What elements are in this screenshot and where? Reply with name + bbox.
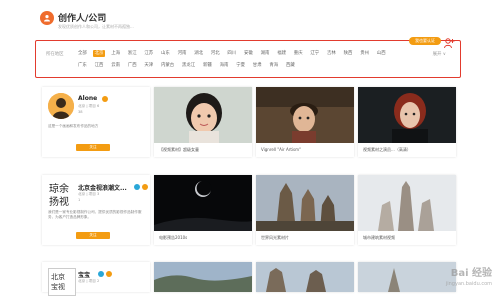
region-chip[interactable]: 西藏 xyxy=(284,62,297,69)
region-chip[interactable]: 河南 xyxy=(176,50,189,57)
follow-person-icon[interactable] xyxy=(443,37,455,49)
work-thumbnail[interactable] xyxy=(256,87,354,143)
region-chip[interactable]: 新疆 xyxy=(201,62,214,69)
work-card[interactable] xyxy=(256,262,354,292)
region-chip[interactable]: 陕西 xyxy=(342,50,355,57)
creator-desc: 这是一个画画和发布作品的地方 xyxy=(48,124,99,128)
region-chip[interactable]: 吉林 xyxy=(325,50,338,57)
region-chip[interactable]: 内蒙古 xyxy=(159,62,176,69)
region-chip[interactable]: 贵州 xyxy=(358,50,371,57)
region-chip[interactable]: 青海 xyxy=(267,62,280,69)
work-card[interactable]: 世界风光素材片 xyxy=(256,175,354,245)
verified-icon xyxy=(98,271,104,277)
region-chip[interactable]: 福建 xyxy=(275,50,288,57)
region-chip[interactable]: 宁夏 xyxy=(234,62,247,69)
region-chip[interactable]: 天津 xyxy=(142,62,155,69)
region-chip[interactable]: 浙江 xyxy=(126,50,139,57)
creator-meta: 北京 | 项目 3 xyxy=(78,192,100,196)
svg-text:琼余: 琼余 xyxy=(49,182,69,195)
work-caption[interactable]: 世界风光素材片 xyxy=(261,235,289,241)
verified-icon xyxy=(102,96,108,102)
region-filter: 所在地区 全部 北京 上海 浙江 江苏 山东 河南 湖北 河北 四川 安徽 湖南 福建 重庆 辽宁 吉林 陕西贵… xyxy=(35,40,461,78)
work-thumbnail[interactable] xyxy=(358,175,456,231)
creator-name[interactable]: 宝宝 xyxy=(78,270,90,279)
avatar[interactable]: 北京 宝视 xyxy=(48,268,76,296)
region-chip[interactable]: 湖南 xyxy=(259,50,272,57)
page-subtitle: 发现优质创作人和公司，让素材不再孤独... xyxy=(58,24,134,29)
creator-card[interactable]: 琼余 扬视 北京金视浪潮文... 北京 | 项目 3 1 我们是一家专业影视制作公… xyxy=(42,175,150,245)
region-chip[interactable]: 湖北 xyxy=(192,50,205,57)
verified-icon xyxy=(134,184,140,190)
svg-text:宝视: 宝视 xyxy=(51,282,65,291)
region-chip[interactable]: 北京 xyxy=(92,50,106,57)
creator-works-count: 38 xyxy=(78,110,83,114)
svg-text:扬视: 扬视 xyxy=(49,195,69,207)
region-chip[interactable]: 全部 xyxy=(76,50,89,57)
region-chip[interactable]: 上海 xyxy=(109,50,122,57)
region-chip[interactable]: 广东 xyxy=(76,62,89,69)
page-header: 创作人/公司 发现优质创作人和公司，让素材不再孤独... xyxy=(40,10,340,34)
creator-name[interactable]: Alone xyxy=(78,95,97,102)
page-title: 创作人/公司 xyxy=(58,14,107,24)
region-chip[interactable]: 海南 xyxy=(218,62,231,69)
work-caption[interactable]: 电影预告2010s xyxy=(159,235,187,241)
avatar[interactable] xyxy=(48,93,74,119)
creator-meta: 北京 | 项目 2 xyxy=(78,279,100,283)
work-card[interactable]: 城市建筑素材视频 xyxy=(358,175,456,245)
creator-name[interactable]: 北京金视浪潮文... xyxy=(78,183,127,192)
work-caption[interactable]: 城市建筑素材视频 xyxy=(363,235,395,241)
region-chip[interactable]: 四川 xyxy=(225,50,238,57)
creator-meta: 北京 | 项目 6 xyxy=(78,104,100,108)
work-thumbnail[interactable] xyxy=(154,175,252,231)
work-card[interactable] xyxy=(154,262,252,292)
creator-card[interactable]: 北京 宝视 宝宝 北京 | 项目 2 xyxy=(42,262,150,296)
work-caption[interactable]: 视频素材之演员...（高清） xyxy=(363,147,411,153)
follow-button[interactable]: 关注 xyxy=(76,144,110,151)
creator-card[interactable]: Alone 北京 | 项目 6 38 这是一个画画和发布作品的地方 关注 xyxy=(42,87,150,157)
creator-logo-icon xyxy=(40,11,54,25)
region-chip[interactable]: 重庆 xyxy=(292,50,305,57)
filter-label: 所在地区 xyxy=(46,52,64,57)
work-card[interactable]: 电影预告2010s xyxy=(154,175,252,245)
watermark-url: jingyan.baidu.com xyxy=(445,281,492,287)
avatar[interactable]: 琼余 扬视 xyxy=(48,181,74,207)
region-chip[interactable]: 广西 xyxy=(126,62,139,69)
region-chip[interactable]: 安徽 xyxy=(242,50,255,57)
region-chip[interactable]: 河北 xyxy=(209,50,222,57)
region-chip[interactable]: 山西 xyxy=(375,50,388,57)
work-thumbnail[interactable] xyxy=(154,262,252,292)
follow-button[interactable]: 关注 xyxy=(76,232,110,239)
region-chip[interactable]: 江西 xyxy=(93,62,106,69)
region-chip[interactable]: 云南 xyxy=(109,62,122,69)
certify-button[interactable]: 我也要认证 xyxy=(409,37,441,45)
watermark: Bai 经验 xyxy=(450,268,492,279)
expand-button[interactable]: 展开 ∨ xyxy=(433,51,446,57)
work-card[interactable]: 【视频素材】超级女童 xyxy=(154,87,252,157)
region-chip[interactable]: 江苏 xyxy=(142,50,155,57)
region-chip[interactable]: 甘肃 xyxy=(251,62,264,69)
work-thumbnail[interactable] xyxy=(358,87,456,143)
work-thumbnail[interactable] xyxy=(256,175,354,231)
work-card[interactable]: Vignrell "Air Artism" xyxy=(256,87,354,157)
work-thumbnail[interactable] xyxy=(154,87,252,143)
work-caption[interactable]: 【视频素材】超级女童 xyxy=(159,147,199,153)
verified-icon xyxy=(106,271,112,277)
region-chip[interactable]: 山东 xyxy=(159,50,172,57)
region-chip[interactable]: 辽宁 xyxy=(308,50,321,57)
creator-works-count: 1 xyxy=(78,198,81,202)
region-chip[interactable]: 黑龙江 xyxy=(180,62,197,69)
work-card[interactable] xyxy=(358,262,456,292)
verified-icon xyxy=(142,184,148,190)
work-thumbnail[interactable] xyxy=(358,262,456,292)
work-thumbnail[interactable] xyxy=(256,262,354,292)
work-card[interactable]: 视频素材之演员...（高清） xyxy=(358,87,456,157)
creator-desc: 我们是一家专业影视制作公司，提供优质的影视作品制作服务，为客户打造品牌形象。 xyxy=(48,210,142,219)
work-caption[interactable]: Vignrell "Air Artism" xyxy=(261,147,301,152)
svg-text:北京: 北京 xyxy=(51,272,65,281)
